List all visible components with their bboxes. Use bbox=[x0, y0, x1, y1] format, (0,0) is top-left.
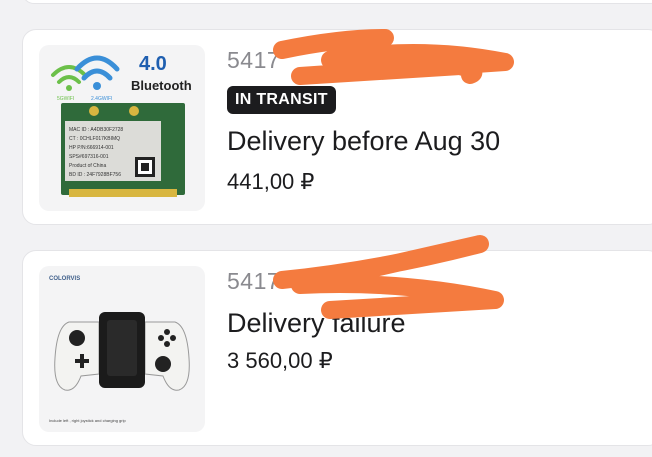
svg-text:SPS#697316-001: SPS#697316-001 bbox=[69, 154, 109, 160]
svg-text:MAC ID : A4DB30F2728: MAC ID : A4DB30F2728 bbox=[69, 127, 123, 133]
svg-text:Product of China: Product of China bbox=[69, 163, 106, 169]
svg-text:CT : 0CHLF017KBIMQ: CT : 0CHLF017KBIMQ bbox=[69, 136, 120, 142]
delivery-status: Delivery before Aug 30 bbox=[227, 126, 501, 156]
wifi-5g-label: 5GWIFI bbox=[57, 96, 74, 102]
product-image-wifi-card: 5GWIFI 2.4GWIFI 4.0 Bluetooth MAC ID : A… bbox=[39, 45, 205, 211]
order-price: 441,00 ₽ bbox=[227, 169, 315, 194]
svg-text:BD ID : 24F7928BF756: BD ID : 24F7928BF756 bbox=[69, 172, 121, 178]
previous-order-card[interactable] bbox=[22, 0, 652, 4]
wifi-icon bbox=[51, 55, 120, 91]
brand-logo: COLORVIS bbox=[49, 276, 80, 282]
order-id: 5417 bbox=[227, 268, 281, 294]
bluetooth-label: Bluetooth bbox=[131, 78, 192, 93]
bluetooth-version: 4.0 bbox=[139, 53, 167, 75]
status-badge: IN TRANSIT bbox=[227, 86, 336, 114]
delivery-status: Delivery failure bbox=[227, 308, 406, 338]
wifi-24g-label: 2.4GWIFI bbox=[91, 96, 112, 102]
product-image-controller: COLORVIS Include left , right joystick a… bbox=[39, 266, 205, 432]
order-price: 3 560,00 ₽ bbox=[227, 348, 333, 373]
order-card[interactable]: COLORVIS Include left , right joystick a… bbox=[22, 250, 652, 446]
svg-text:HP P/N:666914-001: HP P/N:666914-001 bbox=[69, 145, 114, 151]
gold-contacts bbox=[69, 189, 177, 197]
order-id: 5417 bbox=[227, 47, 281, 73]
image-caption: Include left , right joystick and chargi… bbox=[49, 418, 126, 423]
order-card[interactable]: 5GWIFI 2.4GWIFI 4.0 Bluetooth MAC ID : A… bbox=[22, 29, 652, 225]
